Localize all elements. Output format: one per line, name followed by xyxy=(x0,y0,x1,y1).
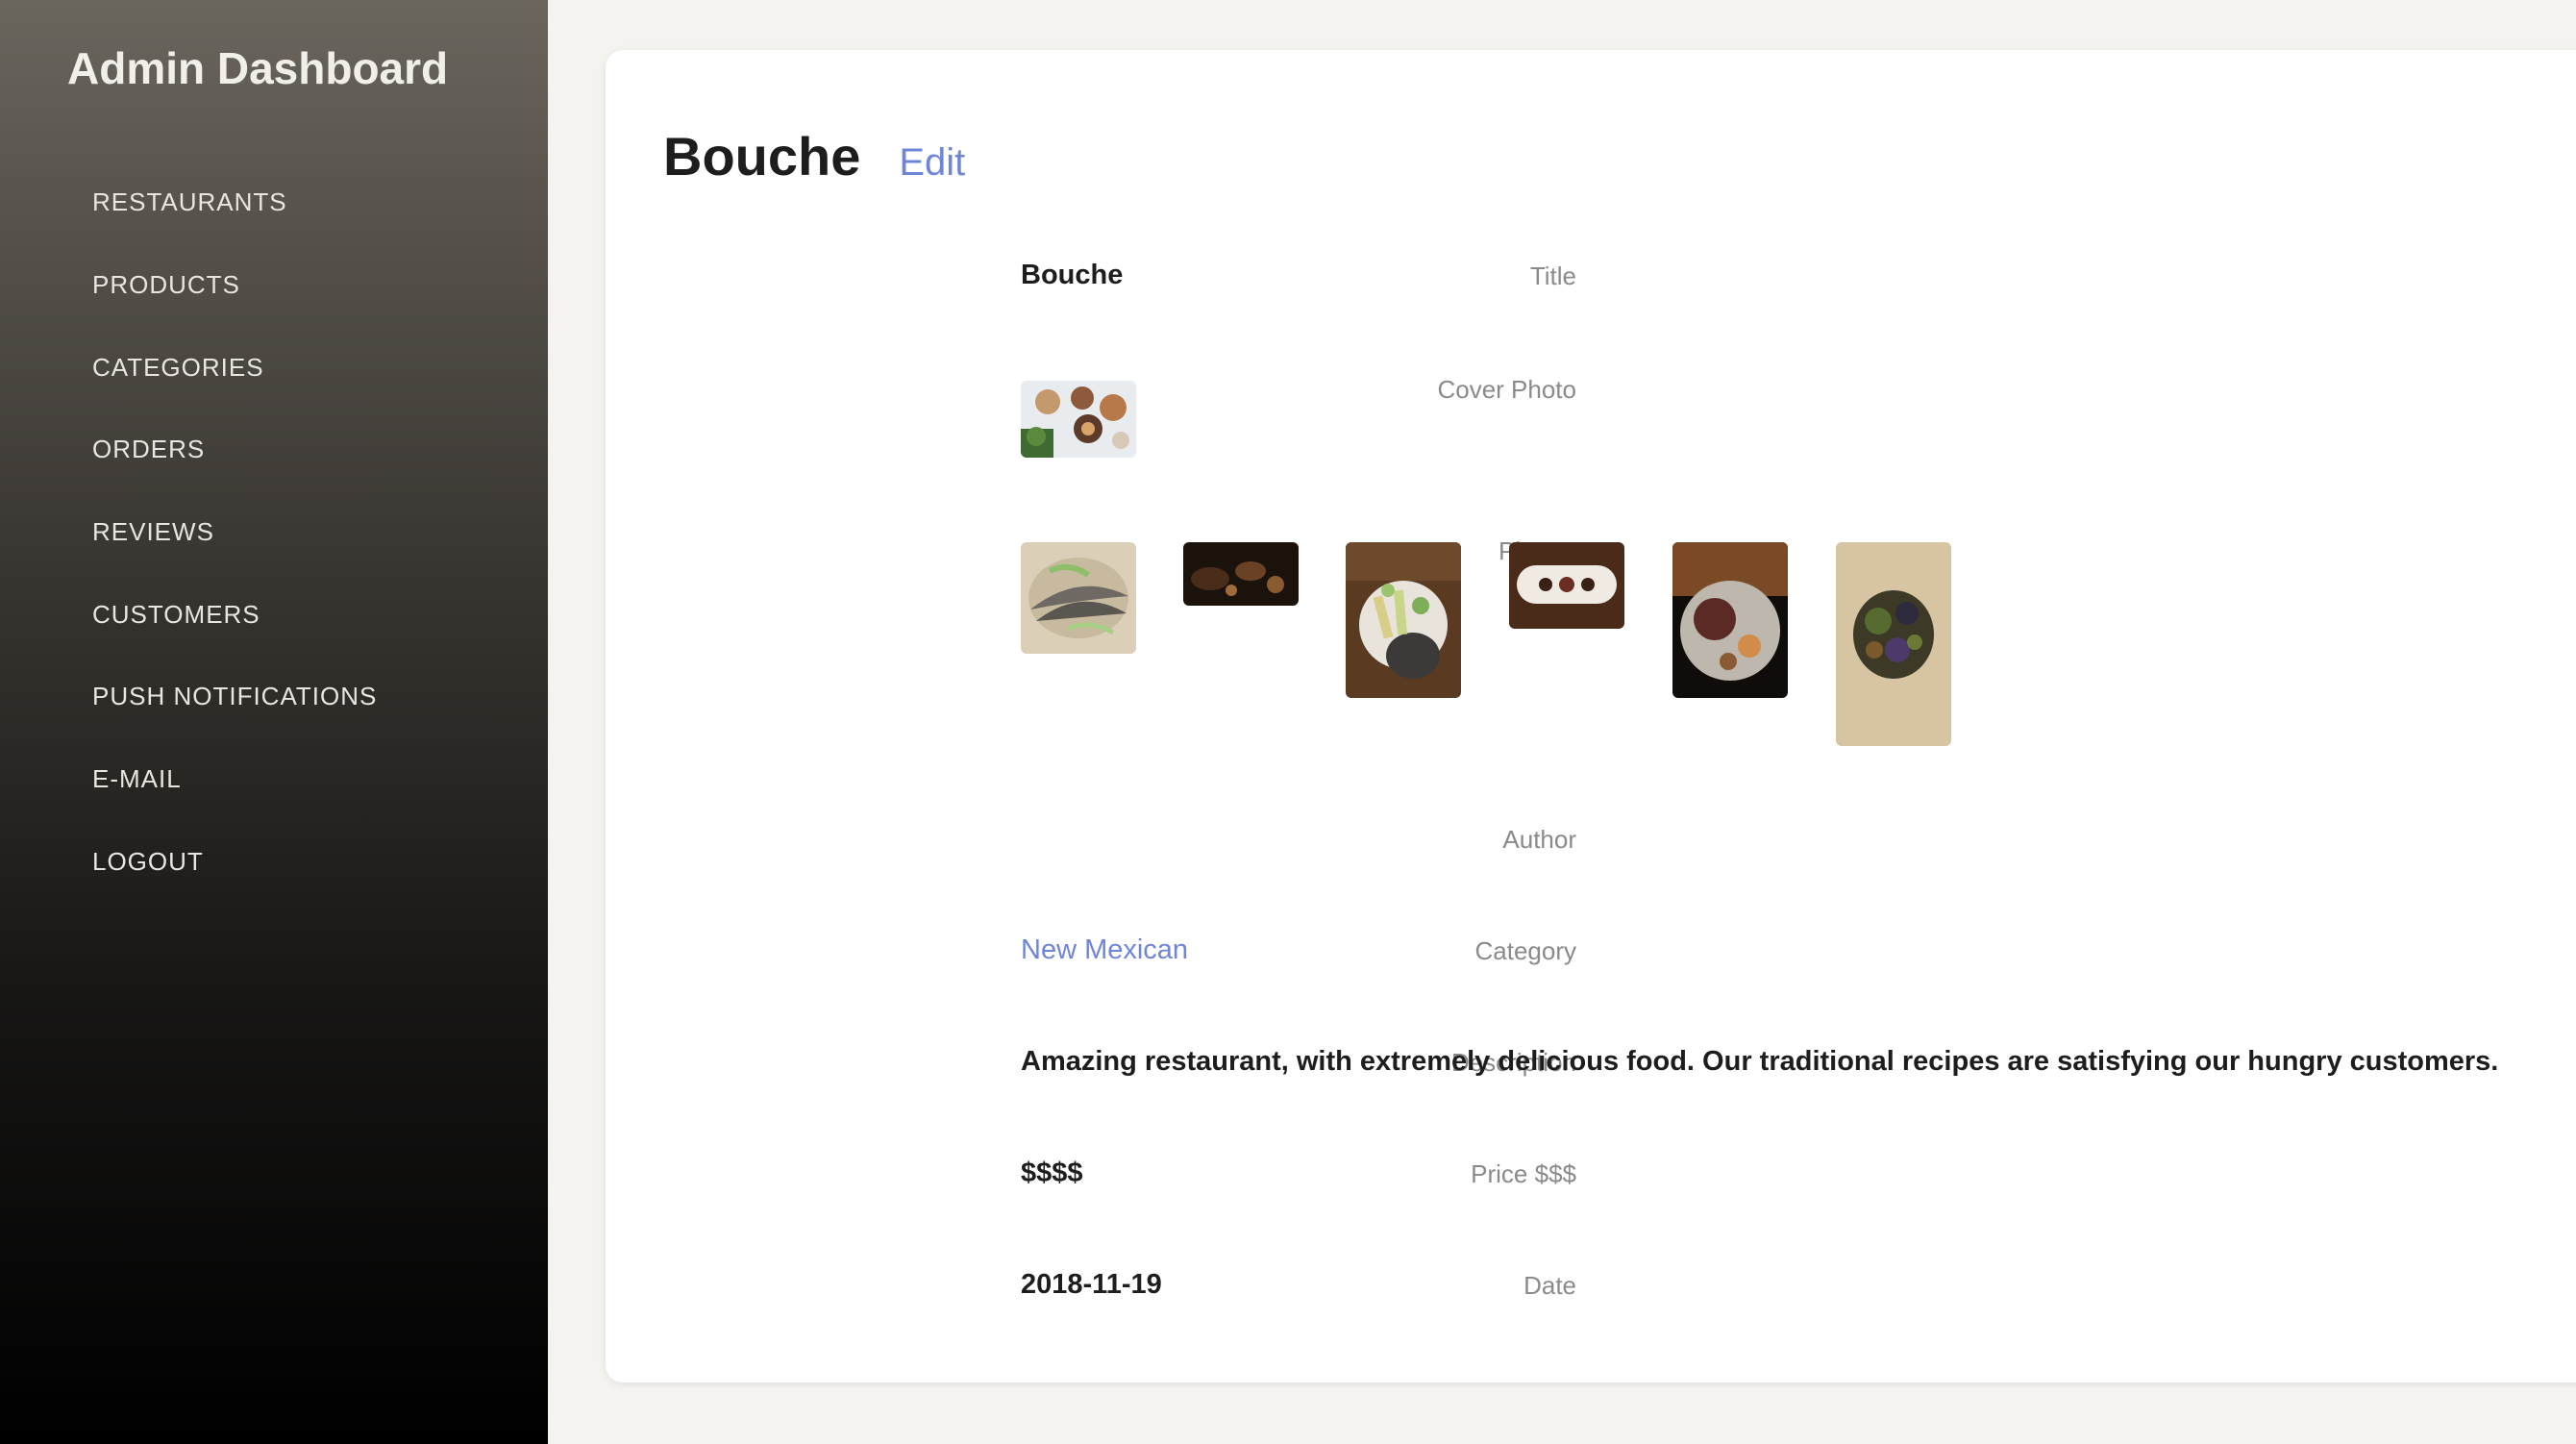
sidebar: Admin Dashboard RESTAURANTS PRODUCTS CAT… xyxy=(0,0,548,1444)
photo-thumbnail[interactable] xyxy=(1183,542,1299,606)
date-label: Date xyxy=(1523,1271,1576,1300)
price-label: Price $$$ xyxy=(1471,1159,1576,1188)
author-label: Author xyxy=(1502,825,1576,854)
nav-item-restaurants[interactable]: RESTAURANTS xyxy=(92,162,377,244)
nav-item-orders[interactable]: ORDERS xyxy=(92,409,377,491)
page-title: Bouche xyxy=(663,126,861,187)
photo-thumbnail[interactable] xyxy=(1509,542,1624,629)
nav-item-email[interactable]: E-MAIL xyxy=(92,738,377,821)
edit-link[interactable]: Edit xyxy=(899,141,965,185)
photo-thumbnail[interactable] xyxy=(1836,542,1951,746)
nav-item-reviews[interactable]: REVIEWS xyxy=(92,491,377,574)
dashboard-title: Admin Dashboard xyxy=(67,43,449,93)
cover-photo-label: Cover Photo xyxy=(1437,375,1576,404)
price-value: $$$$ xyxy=(1021,1158,1083,1188)
title-value: Bouche xyxy=(1021,260,1124,290)
restaurant-detail-card: Bouche Edit Title Bouche Cover Photo Pho… xyxy=(606,50,2576,1382)
category-link[interactable]: New Mexican xyxy=(1021,934,1188,966)
title-label: Title xyxy=(1529,261,1576,290)
category-label: Category xyxy=(1474,936,1577,965)
photo-thumbnail[interactable] xyxy=(1021,542,1136,654)
detail-header: Bouche Edit xyxy=(663,125,965,187)
nav-item-customers[interactable]: CUSTOMERS xyxy=(92,573,377,656)
nav-item-logout[interactable]: LOGOUT xyxy=(92,821,377,904)
photo-thumbnail[interactable] xyxy=(1672,542,1788,698)
nav-item-push-notifications[interactable]: PUSH NOTIFICATIONS xyxy=(92,656,377,738)
date-value: 2018-11-19 xyxy=(1021,1269,1162,1300)
nav-item-products[interactable]: PRODUCTS xyxy=(92,244,377,327)
sidebar-nav: RESTAURANTS PRODUCTS CATEGORIES ORDERS R… xyxy=(92,162,377,903)
description-value: Amazing restaurant, with extremely delic… xyxy=(1021,1046,2499,1077)
photo-thumbnail[interactable] xyxy=(1346,542,1461,698)
nav-item-categories[interactable]: CATEGORIES xyxy=(92,326,377,409)
cover-photo-image[interactable] xyxy=(1021,381,1136,458)
